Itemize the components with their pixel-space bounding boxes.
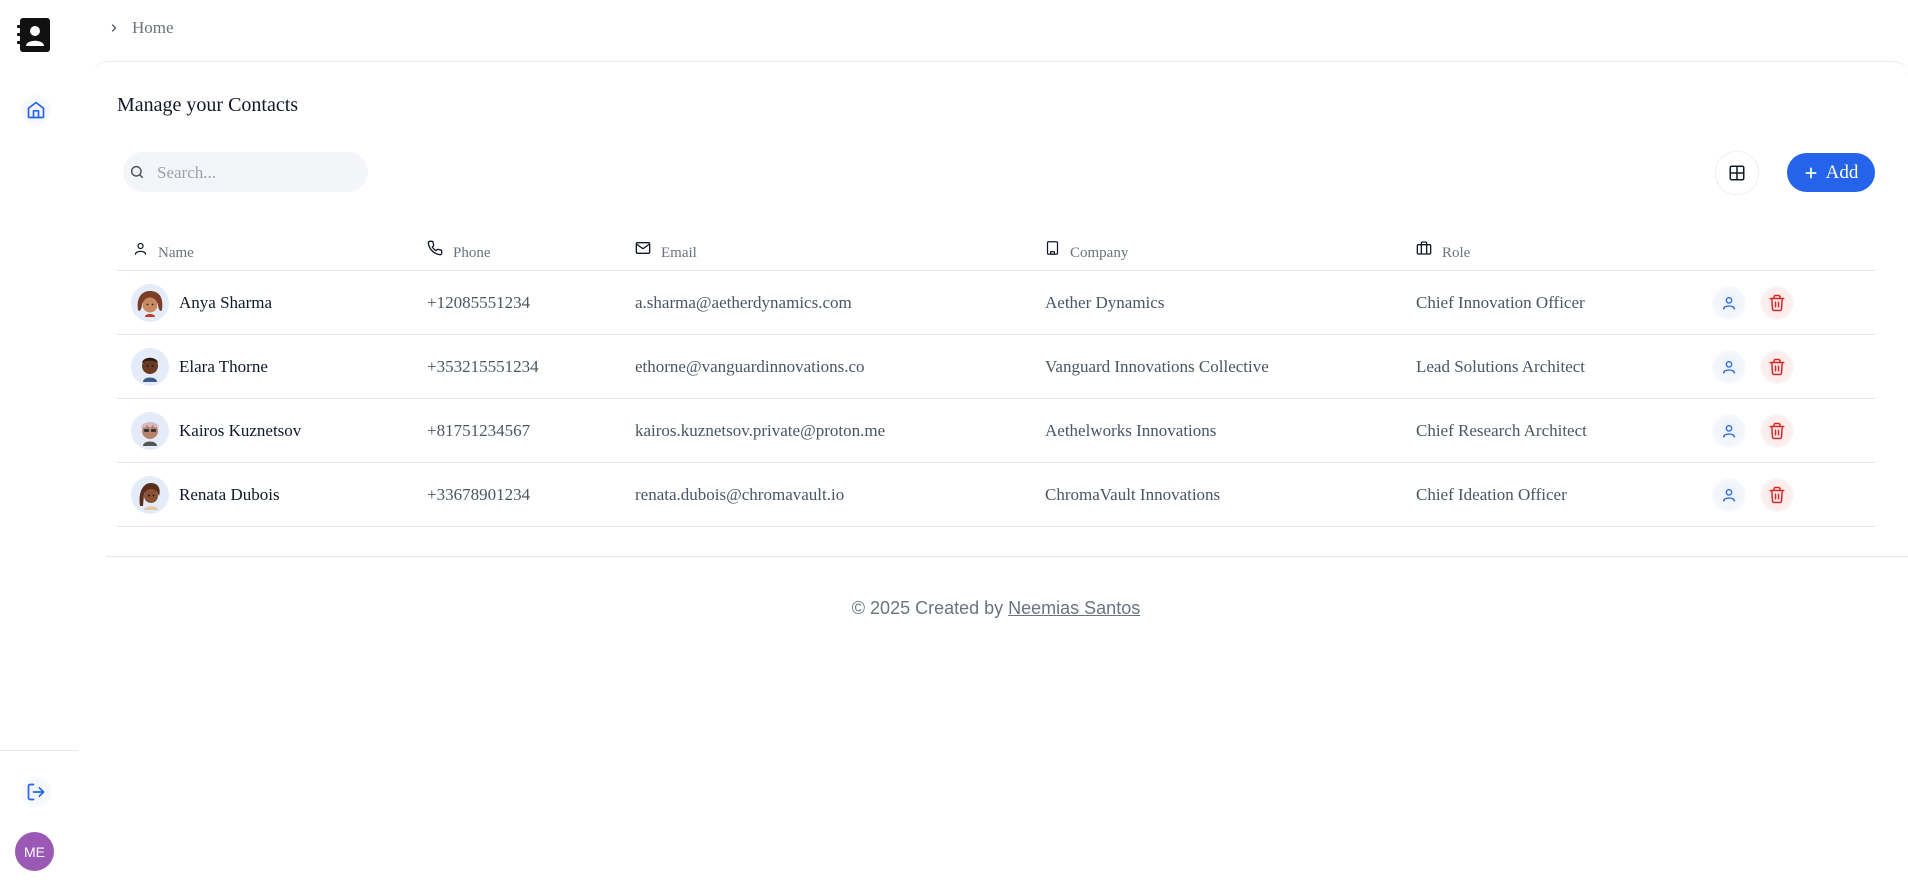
search-icon [130, 165, 144, 179]
panel-divider [106, 556, 1908, 557]
building-icon [1046, 241, 1059, 255]
name-cell: Kairos Kuznetsov [117, 398, 411, 463]
breadcrumb-home-link[interactable]: Home [132, 18, 174, 38]
add-contact-button[interactable]: Add [1787, 153, 1875, 192]
actions-cell [1696, 270, 1875, 335]
table-row[interactable]: Anya Sharma +12085551234 a.sharma@aether… [117, 270, 1875, 335]
phone-cell: +33678901234 [411, 462, 619, 527]
user-avatar[interactable]: ME [15, 832, 54, 871]
column-label: Phone [453, 245, 491, 261]
footer-copyright: © 2025 Created by [851, 598, 1009, 618]
delete-contact-button[interactable] [1760, 413, 1794, 448]
table-header-row: Name Phone Email Company Role [117, 232, 1875, 271]
user-icon [1723, 488, 1735, 502]
view-contact-button[interactable] [1712, 477, 1746, 512]
contact-avatar [131, 411, 169, 450]
column-header-company[interactable]: Company [1029, 232, 1400, 271]
role-cell: Chief Research Architect [1400, 398, 1696, 463]
actions-cell [1696, 462, 1875, 527]
company-cell: ChromaVault Innovations [1029, 462, 1400, 527]
email-cell: ethorne@vanguardinnovations.co [619, 334, 1029, 399]
mail-icon [635, 242, 651, 254]
chevron-right-icon [111, 24, 117, 32]
phone-cell: +353215551234 [411, 334, 619, 399]
company-cell: Aethelworks Innovations [1029, 398, 1400, 463]
phone-cell: +12085551234 [411, 270, 619, 335]
page-title: Manage your Contacts [117, 94, 299, 116]
user-icon [1723, 424, 1735, 438]
column-label: Company [1070, 245, 1129, 261]
role-cell: Lead Solutions Architect [1400, 334, 1696, 399]
trash-icon [1769, 294, 1785, 311]
add-button-label: Add [1825, 161, 1859, 183]
company-cell: Vanguard Innovations Collective [1029, 334, 1400, 399]
email-cell: renata.dubois@chromavault.io [619, 462, 1029, 527]
column-header-actions [1696, 232, 1875, 271]
name-cell: Renata Dubois [117, 462, 411, 527]
email-cell: a.sharma@aetherdynamics.com [619, 270, 1029, 335]
sidebar-divider [0, 750, 78, 751]
phone-cell: +81751234567 [411, 398, 619, 463]
trash-icon [1769, 422, 1785, 439]
column-label: Email [661, 245, 697, 261]
footer-author-link[interactable]: Neemias Santos [1008, 598, 1140, 618]
delete-contact-button[interactable] [1760, 285, 1794, 320]
grid-icon [1729, 165, 1745, 181]
user-icon [1723, 360, 1735, 374]
nav-home-button[interactable] [20, 94, 52, 126]
column-header-email[interactable]: Email [619, 232, 1029, 271]
actions-cell [1696, 398, 1875, 463]
user-icon [134, 242, 147, 255]
actions-cell [1696, 334, 1875, 399]
table-row[interactable]: Elara Thorne +353215551234 ethorne@vangu… [117, 334, 1875, 399]
grid-view-button[interactable] [1715, 151, 1759, 195]
trash-icon [1769, 358, 1785, 375]
search-box [123, 152, 368, 194]
role-cell: Chief Innovation Officer [1400, 270, 1696, 335]
view-contact-button[interactable] [1712, 349, 1746, 384]
name-cell: Elara Thorne [117, 334, 411, 399]
contacts-book-logo-icon[interactable] [17, 17, 52, 53]
column-header-role[interactable]: Role [1400, 232, 1696, 271]
user-icon [1723, 296, 1735, 310]
sidebar: ME [0, 0, 78, 888]
home-icon [27, 101, 45, 119]
table-row[interactable]: Renata Dubois +33678901234 renata.dubois… [117, 462, 1875, 527]
contact-avatar [131, 475, 169, 514]
table-row[interactable]: Kairos Kuznetsov +81751234567 kairos.kuz… [117, 398, 1875, 463]
column-header-phone[interactable]: Phone [411, 232, 619, 271]
delete-contact-button[interactable] [1760, 349, 1794, 384]
role-cell: Chief Ideation Officer [1400, 462, 1696, 527]
briefcase-icon [1416, 241, 1432, 255]
phone-icon [427, 240, 443, 256]
plus-icon [1805, 166, 1817, 179]
column-header-name[interactable]: Name [117, 232, 411, 271]
column-label: Name [158, 244, 194, 261]
logout-button[interactable] [20, 776, 52, 808]
name-cell: Anya Sharma [117, 270, 411, 335]
contact-avatar [131, 283, 169, 322]
view-contact-button[interactable] [1712, 413, 1746, 448]
contact-name: Kairos Kuznetsov [179, 420, 302, 440]
logout-icon [27, 783, 45, 801]
footer: © 2025 Created by Neemias Santos [0, 598, 1908, 619]
view-contact-button[interactable] [1712, 285, 1746, 320]
company-cell: Aether Dynamics [1029, 270, 1400, 335]
breadcrumb: Home [108, 18, 174, 38]
contacts-table: Name Phone Email Company Role Anya Sharm… [117, 232, 1875, 527]
contact-name: Elara Thorne [179, 356, 268, 376]
trash-icon [1769, 486, 1785, 503]
contact-name: Renata Dubois [179, 484, 280, 504]
delete-contact-button[interactable] [1760, 477, 1794, 512]
contact-avatar [131, 347, 169, 386]
user-initials: ME [24, 843, 45, 860]
search-input[interactable] [155, 152, 359, 194]
contact-name: Anya Sharma [179, 292, 273, 312]
email-cell: kairos.kuznetsov.private@proton.me [619, 398, 1029, 463]
column-label: Role [1442, 245, 1471, 261]
